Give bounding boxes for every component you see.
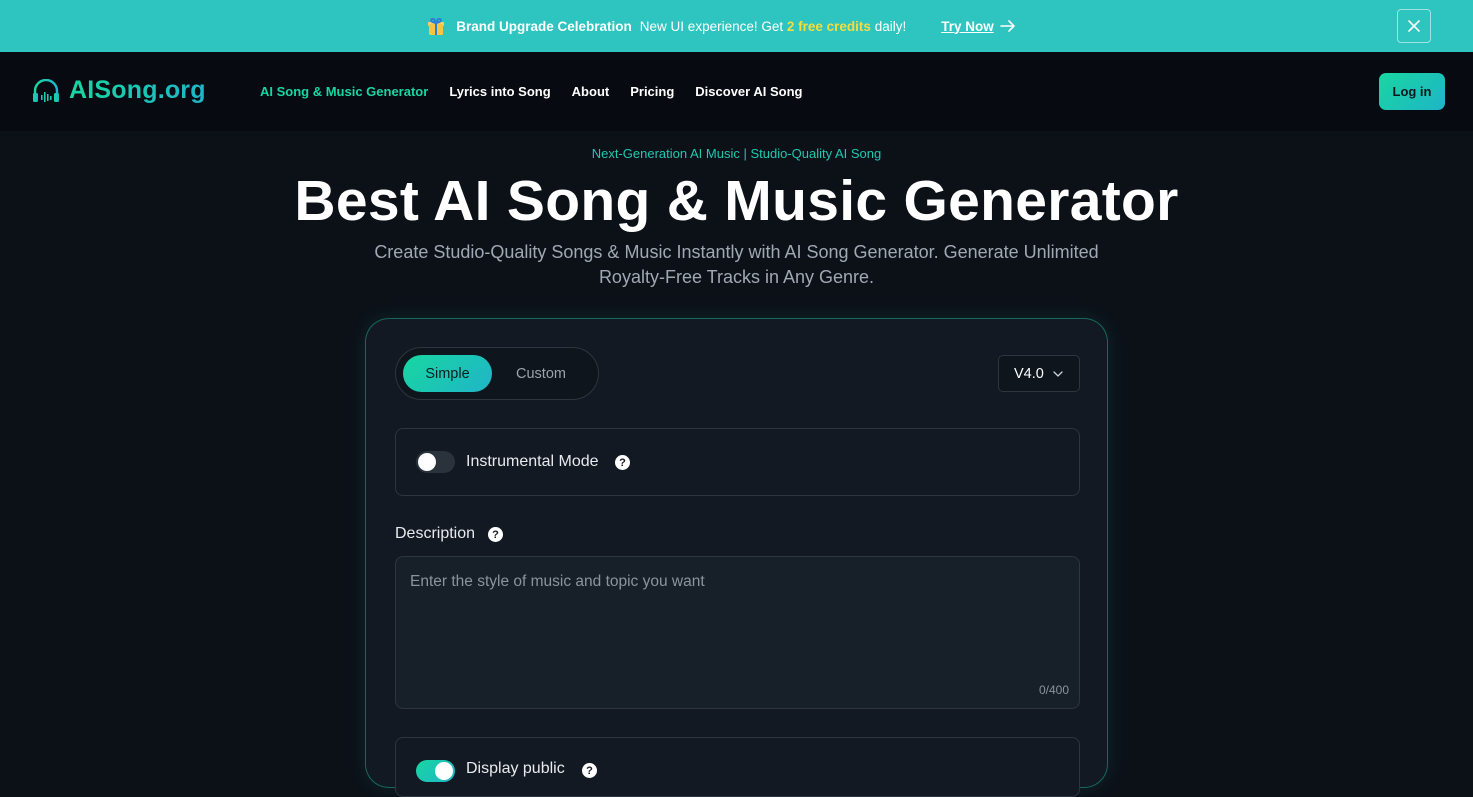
free-credits-highlight: 2 free credits [786, 18, 871, 34]
help-icon[interactable]: ? [582, 763, 597, 778]
description-field: 0/400 [395, 556, 1080, 709]
generator-card: Simple Custom V4.0 Instrumental Mode ? D… [365, 318, 1108, 797]
mode-simple-tab[interactable]: Simple [403, 355, 492, 392]
version-select[interactable]: V4.0 [998, 355, 1080, 392]
logo-text: AISong.org [69, 76, 206, 104]
nav-links: AI Song & Music Generator Lyrics into So… [260, 84, 823, 99]
chevron-down-icon [1053, 370, 1063, 377]
nav-link-lyrics-into-song[interactable]: Lyrics into Song [449, 84, 550, 99]
site-logo[interactable]: AISong.org [32, 76, 206, 105]
display-public-label: Display public [466, 760, 565, 777]
arrow-right-icon [999, 20, 1015, 32]
login-button[interactable]: Log in [1379, 73, 1445, 110]
nav-link-pricing[interactable]: Pricing [630, 84, 674, 99]
mode-toggle: Simple Custom [395, 347, 599, 400]
headphones-icon [33, 78, 59, 102]
announcement-title: Brand Upgrade Celebration [456, 18, 632, 34]
page-title: Best AI Song & Music Generator [294, 169, 1179, 233]
description-label: Description [395, 525, 476, 542]
description-input[interactable] [396, 557, 1079, 708]
nav-link-ai-song-music-generator[interactable]: AI Song & Music Generator [260, 84, 428, 99]
announcement-text: New UI experience! Get 2 free credits da… [639, 18, 907, 34]
try-now-label[interactable]: Try Now [941, 19, 994, 34]
nav-link-about[interactable]: About [572, 84, 610, 99]
character-counter: 0/400 [1038, 683, 1069, 697]
version-value: V4.0 [1014, 365, 1044, 382]
close-announcement-button[interactable] [1397, 9, 1431, 43]
help-icon[interactable]: ? [615, 455, 630, 470]
instrumental-mode-row: Instrumental Mode ? [395, 428, 1080, 496]
instrumental-mode-toggle[interactable] [416, 451, 455, 473]
hero-subtitle: Create Studio-Quality Songs & Music Inst… [374, 242, 1099, 287]
top-navigation: AISong.org AI Song & Music Generator Lyr… [0, 52, 1473, 131]
gift-icon [427, 17, 445, 35]
close-icon [1408, 20, 1420, 32]
try-now-link[interactable]: Try Now [941, 19, 1016, 34]
instrumental-mode-label: Instrumental Mode [466, 453, 599, 470]
display-public-toggle[interactable] [416, 760, 455, 782]
hero-eyebrow: Next-Generation AI Music | Studio-Qualit… [591, 146, 882, 161]
help-icon[interactable]: ? [488, 527, 503, 542]
display-public-row: Display public ? [395, 737, 1080, 797]
mode-custom-tab[interactable]: Custom [516, 366, 566, 382]
announcement-bar: Brand Upgrade Celebration New UI experie… [0, 0, 1473, 52]
nav-link-discover-ai-song[interactable]: Discover AI Song [695, 84, 802, 99]
